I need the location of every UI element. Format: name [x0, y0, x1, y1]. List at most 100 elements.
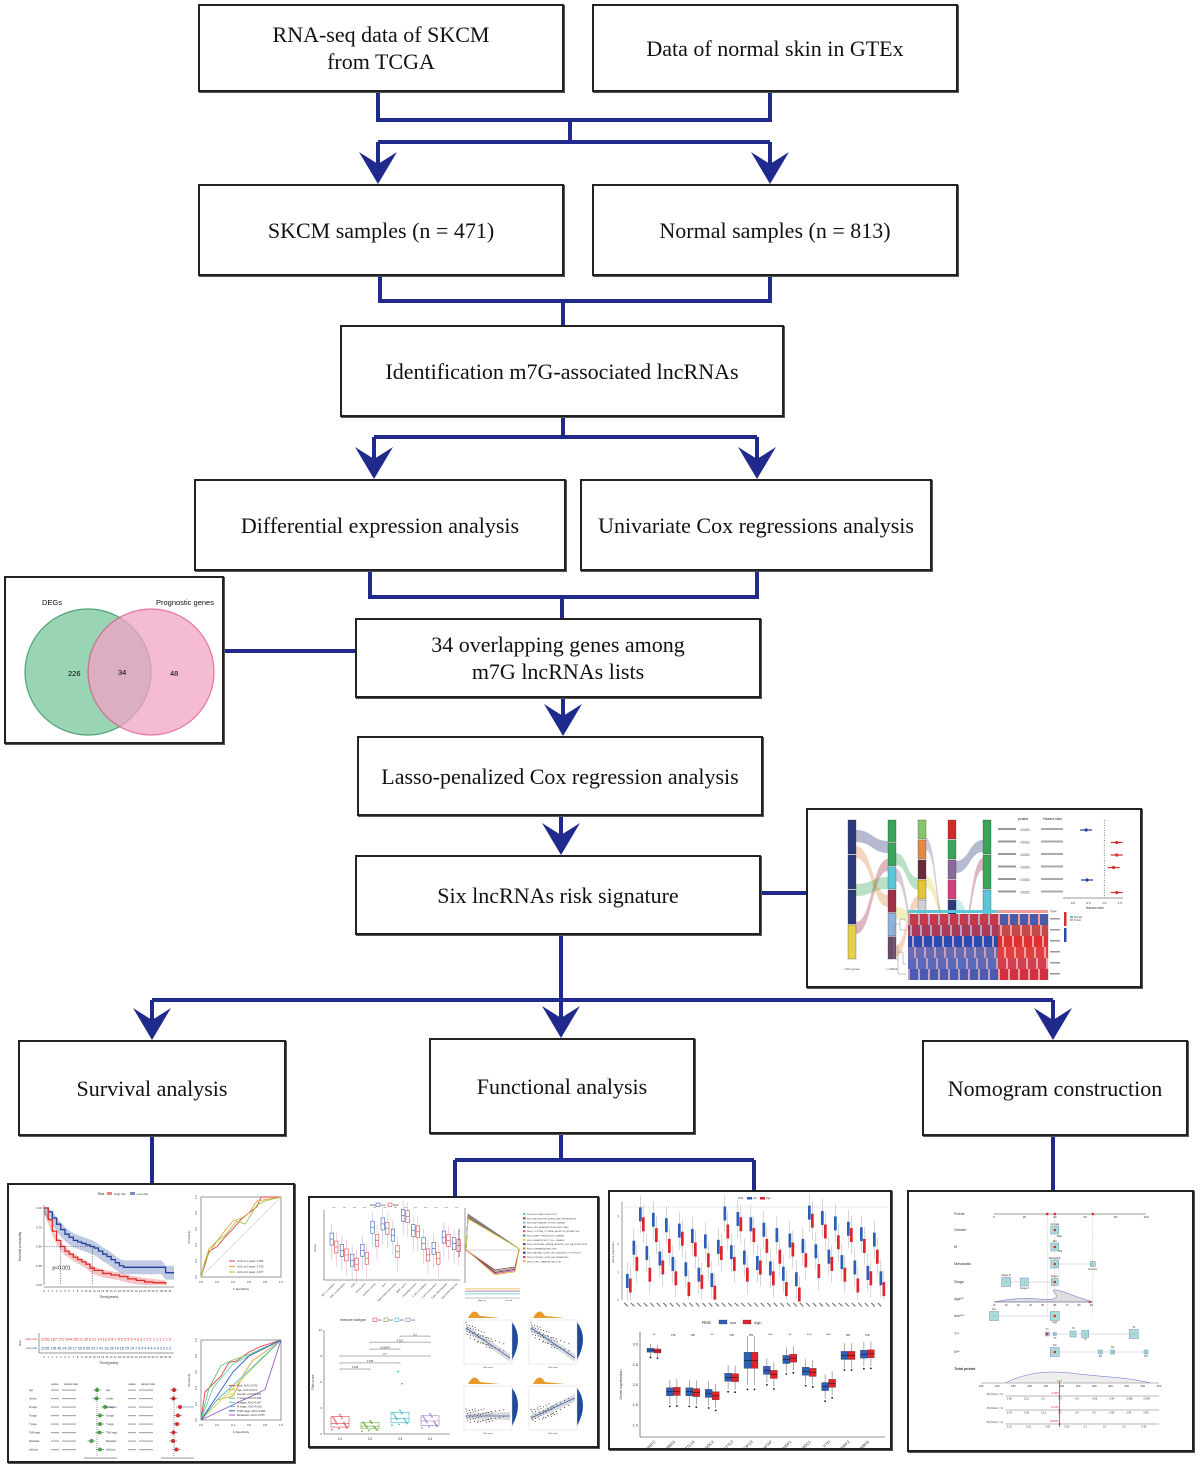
- bottom-x-tick: YTHDF1: [778, 1439, 793, 1448]
- subtype-outlier: [397, 1370, 399, 1373]
- top-box-body: [860, 1227, 863, 1242]
- heatmap-cell: [960, 969, 963, 980]
- forest-row-hr-text: [139, 1440, 153, 1442]
- scatter-point: [568, 1405, 570, 1407]
- probability-tick: 0.998: [1144, 1398, 1151, 1401]
- heatmap-cell: [1038, 969, 1041, 980]
- forest-row-pvalue: [51, 1389, 59, 1391]
- correlation-scatter: Risk score: [463, 1311, 518, 1369]
- forest-row-label: Metastatic: [106, 1440, 117, 1443]
- stage3-box-point: [1005, 1281, 1007, 1283]
- forest-row-pvalue: <0.001: [1020, 891, 1030, 895]
- top-box-body: [720, 1246, 723, 1261]
- bottom-x-tick: YTHDF2: [836, 1439, 851, 1448]
- heatmap-cell: [1020, 958, 1023, 969]
- scatter-point: [537, 1328, 539, 1330]
- subtype-comparison-pvalue: 0.2: [413, 1332, 417, 1336]
- km-x-tick: 6: [68, 1289, 70, 1293]
- node-lasso-cox: Lasso-penalized Cox regression analysis: [357, 736, 763, 816]
- roc-y-tick: 0.8: [194, 1211, 198, 1215]
- heatmap-cell: [998, 958, 1001, 969]
- heatmap-cell: [994, 914, 997, 925]
- subtype-comparison-pvalue: 0.046: [367, 1359, 374, 1363]
- top-x-tick-label: [773, 1302, 778, 1307]
- forest-row-pvalue: [128, 1423, 136, 1425]
- heatmap-cell: [948, 958, 951, 969]
- heatmap-cell: [1016, 947, 1019, 958]
- n2-box-point: [1100, 1351, 1101, 1353]
- scatter-point: [559, 1340, 561, 1342]
- subtype-x-tick: C1: [338, 1437, 343, 1441]
- heatmap-cell: [1002, 914, 1005, 925]
- bottom-significance: **: [711, 1332, 715, 1337]
- heatmap-cell: [1026, 936, 1029, 947]
- bottom-legend-high-swatch: [742, 1319, 752, 1325]
- forest-point: [1084, 828, 1088, 832]
- bottom-outlier: [863, 1367, 865, 1370]
- heatmap-cell: [924, 925, 927, 936]
- n0-box-point: [1053, 1350, 1057, 1354]
- probability-tick: 0.03: [1045, 1426, 1050, 1429]
- forest-row-pvalue: [51, 1398, 59, 1400]
- heatmap-cell: [928, 936, 931, 947]
- heatmap-cell: [1010, 958, 1013, 969]
- heatmap-cell: [986, 947, 989, 958]
- heatmap-cell: [948, 914, 951, 925]
- heatmap-cell: [1008, 925, 1011, 936]
- top-box-body: [687, 1282, 691, 1297]
- heatmap-cell: [914, 914, 917, 925]
- heatmap-cell: [982, 958, 985, 969]
- nomogram-row-label: Gender: [954, 1228, 967, 1232]
- bottom-significance: ***: [768, 1332, 773, 1337]
- sankey-node: [917, 879, 927, 900]
- marginal-density-x: [468, 1311, 500, 1318]
- heatmap-cell: [1006, 969, 1009, 980]
- t1-box-label: T1: [1046, 1327, 1050, 1331]
- heatmap-cell: [922, 947, 925, 958]
- heatmap-cell: [1030, 914, 1033, 925]
- probability-tick: 0.985: [1126, 1398, 1133, 1401]
- heatmap-cell: [958, 958, 961, 969]
- scatter-point: [499, 1341, 501, 1343]
- subtype-comparison-pvalue: 0.00054: [380, 1345, 390, 1349]
- heatmap-cell: [1042, 947, 1045, 958]
- heatmap-cell: [974, 958, 977, 969]
- km-x-tick: 13: [97, 1289, 100, 1293]
- heatmap-cell: [938, 947, 941, 958]
- heatmap-cell: [970, 958, 973, 969]
- top-box-body: [772, 1271, 775, 1286]
- top-x-tick-label: [701, 1302, 707, 1307]
- forest-row-label: riskScore: [106, 1449, 116, 1452]
- heatmap-cell: [1002, 936, 1005, 947]
- roc-y-tick: 0.2: [194, 1402, 198, 1406]
- heatmap-cell: [1046, 936, 1049, 947]
- heatmap-cell: [988, 969, 991, 980]
- scatter-point: [548, 1403, 550, 1405]
- heatmap-cell: [1012, 958, 1015, 969]
- heatmap-cell: [964, 958, 967, 969]
- node-tcga: RNA-seq data of SKCM from TCGA: [198, 4, 564, 92]
- km-x-tick: 22: [135, 1289, 138, 1293]
- probability-tick: 0.06: [1007, 1398, 1012, 1401]
- top-box-body: [674, 1271, 678, 1286]
- km-x-tick: 9: [81, 1289, 83, 1293]
- heatmap-cell: [1016, 936, 1019, 947]
- forest-tick: 1.0: [1102, 901, 1107, 905]
- heatmap-cell: [984, 925, 987, 936]
- roc-legend-label: AUC at 2 years: 0.703: [237, 1265, 264, 1269]
- heatmap-cell: [952, 969, 955, 980]
- heatmap-cell: [938, 925, 941, 936]
- scatter-point: [544, 1342, 546, 1344]
- heatmap-cell: [954, 914, 957, 925]
- top-box-body: [710, 1273, 714, 1288]
- heatmap-cell: [924, 936, 927, 947]
- km-legend-high: High risk: [114, 1192, 126, 1196]
- heatmap-cell: [934, 936, 937, 947]
- subtype-data-point: [436, 1425, 438, 1428]
- scatter-point: [538, 1339, 540, 1341]
- total-points-tick: 360: [1157, 1384, 1162, 1388]
- forest-row-hr-text: [139, 1432, 153, 1434]
- gsea-legend-swatch: [523, 1230, 526, 1233]
- heatmap-cell: [972, 958, 975, 969]
- top-box-body: [668, 1238, 671, 1253]
